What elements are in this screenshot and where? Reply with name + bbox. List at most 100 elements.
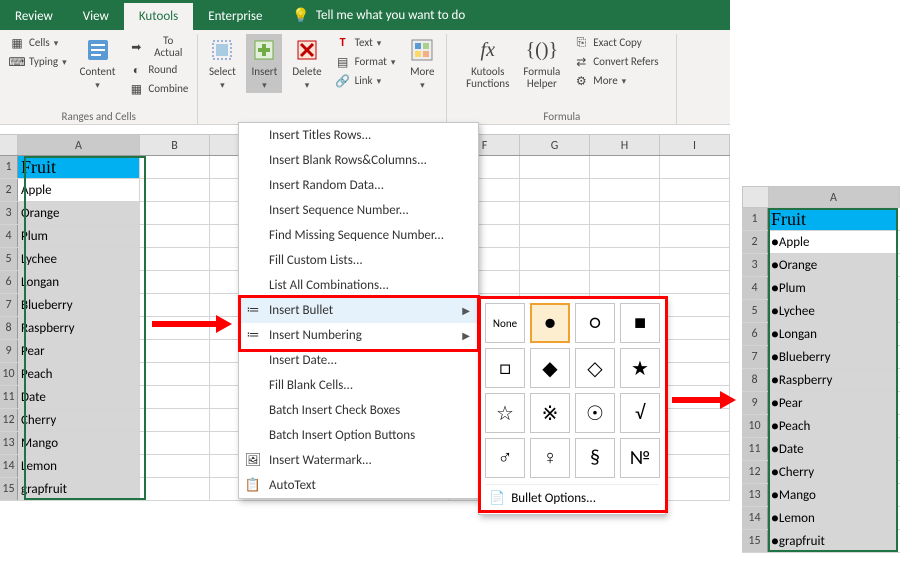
col-G[interactable]: G [520,135,590,155]
cell[interactable] [660,225,730,247]
row-header[interactable]: 10 [0,363,18,385]
row-header[interactable]: 12 [742,461,768,483]
bullet-choice[interactable]: § [575,438,615,478]
row-header[interactable]: 11 [0,386,18,408]
btn-more[interactable]: More▾ [404,34,440,93]
cell[interactable] [520,248,590,270]
btn-kutools-functions[interactable]: fxKutools Functions [462,34,513,92]
row-header[interactable]: 13 [0,432,18,454]
row-header[interactable]: 8 [742,369,768,391]
cell[interactable] [140,225,210,247]
btn-select[interactable]: Select▾ [204,34,240,93]
row-header[interactable]: 11 [742,438,768,460]
bullet-choice[interactable]: ★ [620,348,660,388]
menu-item[interactable]: Batch Insert Check Boxes [239,398,478,423]
cell[interactable]: ●Mango [768,484,898,506]
row-header[interactable]: 10 [742,415,768,437]
cell[interactable]: ●Cherry [768,461,898,483]
bullet-choice[interactable]: ○ [575,303,615,343]
menu-item[interactable]: Fill Custom Lists... [239,248,478,273]
cell[interactable] [590,179,660,201]
cell[interactable]: Lemon [18,455,140,477]
cell[interactable] [590,271,660,293]
cell[interactable] [140,202,210,224]
row-header[interactable]: 7 [0,294,18,316]
col-H[interactable]: H [590,135,660,155]
row-header[interactable]: 7 [742,346,768,368]
cell[interactable] [520,179,590,201]
menu-item[interactable]: Insert Blank Rows&Columns... [239,148,478,173]
cell[interactable] [520,156,590,178]
cell[interactable] [660,317,730,339]
btn-combine[interactable]: ▦Combine [125,80,191,98]
cell[interactable] [660,455,730,477]
menu-item[interactable]: 🖼Insert Watermark... [239,448,478,473]
row-header[interactable]: 9 [0,340,18,362]
row-header[interactable]: 1 [742,208,768,230]
cell[interactable]: Lychee [18,248,140,270]
cell[interactable]: Mango [18,432,140,454]
bullet-choice[interactable]: □ [485,348,525,388]
bullet-choice[interactable]: ※ [530,393,570,433]
cell[interactable] [140,156,210,178]
cell[interactable]: Pear [18,340,140,362]
cell[interactable]: ●Peach [768,415,898,437]
row-header[interactable]: 15 [742,530,768,552]
col-A[interactable]: A [18,135,140,155]
btn-insert[interactable]: Insert▾ [246,34,282,93]
cell[interactable] [660,363,730,385]
cell[interactable]: Peach [18,363,140,385]
btn-round[interactable]: ◐Round [125,61,191,79]
cell[interactable]: Orange [18,202,140,224]
cell[interactable]: Cherry [18,409,140,431]
bullet-choice[interactable]: № [620,438,660,478]
cell[interactable]: Plum [18,225,140,247]
menu-item[interactable]: Insert Random Data... [239,173,478,198]
bullet-choice[interactable]: ♂ [485,438,525,478]
row-header[interactable]: 6 [0,271,18,293]
menu-item[interactable]: Insert Date... [239,348,478,373]
bullet-options[interactable]: 📄 Bullet Options... [485,484,659,508]
cell[interactable] [140,294,210,316]
menu-item[interactable]: Find Missing Sequence Number... [239,223,478,248]
cell[interactable]: Date [18,386,140,408]
cell[interactable] [520,225,590,247]
row-header[interactable]: 3 [742,254,768,276]
btn-more2[interactable]: ⚙More▾ [570,72,661,90]
cell[interactable] [660,248,730,270]
bullet-choice[interactable]: ☆ [485,393,525,433]
cell[interactable]: Raspberry [18,317,140,339]
bullet-choice[interactable]: ■ [620,303,660,343]
cell[interactable] [140,409,210,431]
bullet-none[interactable]: None [485,303,525,343]
cell[interactable] [140,432,210,454]
row-header[interactable]: 4 [0,225,18,247]
menu-item[interactable]: Insert Titles Rows... [239,123,478,148]
cell[interactable] [660,478,730,500]
row-header[interactable]: 8 [0,317,18,339]
row-header[interactable]: 15 [0,478,18,500]
bullet-choice[interactable]: ● [530,303,570,343]
btn-typing[interactable]: ⌨Typing▾ [6,53,70,71]
row-header[interactable]: 13 [742,484,768,506]
cell[interactable] [590,202,660,224]
cell[interactable] [590,156,660,178]
col-B[interactable]: B [140,135,210,155]
row-header[interactable]: 9 [742,392,768,414]
bullet-choice[interactable]: ☉ [575,393,615,433]
menu-item[interactable]: Fill Blank Cells... [239,373,478,398]
cell[interactable]: ●Raspberry [768,369,898,391]
cell[interactable]: ●Apple [768,231,898,253]
btn-convert-refers[interactable]: ⇄Convert Refers [570,53,661,71]
row-header[interactable]: 6 [742,323,768,345]
cell[interactable] [660,432,730,454]
col-A-right[interactable]: A [769,187,899,207]
row-header[interactable]: 12 [0,409,18,431]
cell[interactable]: Blueberry [18,294,140,316]
menu-item[interactable]: 📋AutoText [239,473,478,498]
cell[interactable] [140,455,210,477]
cell[interactable] [660,179,730,201]
cell[interactable] [660,294,730,316]
row-header[interactable]: 14 [0,455,18,477]
tab-review[interactable]: Review [0,3,68,30]
